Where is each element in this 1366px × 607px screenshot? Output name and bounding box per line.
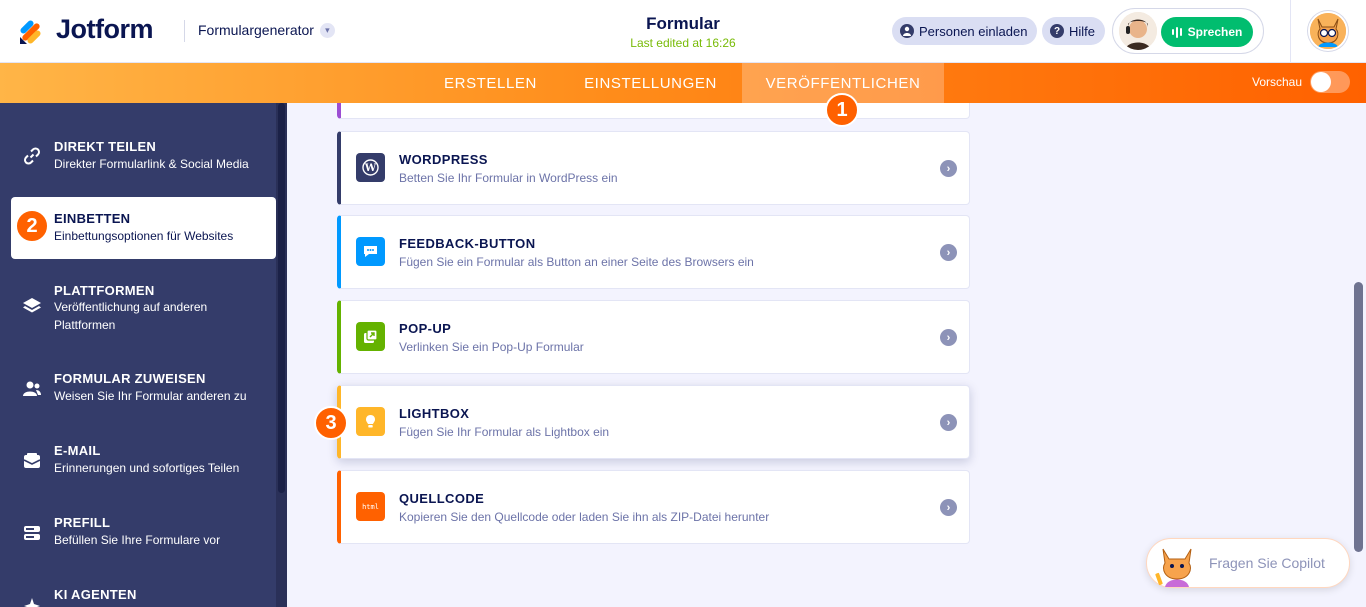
users-icon bbox=[21, 378, 43, 400]
form-generator-label: Formulargenerator bbox=[198, 22, 314, 38]
header-divider bbox=[184, 20, 185, 42]
logo-text: Jotform bbox=[56, 14, 154, 44]
top-header: Jotform Formulargenerator ▾ Formular Las… bbox=[0, 0, 1366, 63]
card-lightbox[interactable]: LIGHTBOX Fügen Sie Ihr Formular als Ligh… bbox=[337, 385, 970, 459]
publish-tab-bar: ERSTELLEN EINSTELLUNGEN VERÖFFENTLICHEN … bbox=[0, 63, 1366, 103]
invite-people-label: Personen einladen bbox=[919, 23, 1028, 39]
lightbulb-icon bbox=[356, 407, 385, 436]
step-badge-1: 1 bbox=[825, 93, 859, 127]
tab-erstellen[interactable]: ERSTELLEN bbox=[426, 63, 555, 103]
tab-einstellungen[interactable]: EINSTELLUNGEN bbox=[566, 63, 735, 103]
copilot-chat-button[interactable]: Fragen Sie Copilot bbox=[1146, 538, 1350, 588]
card-subtitle: Fügen Sie ein Formular als Button an ein… bbox=[399, 255, 754, 269]
audio-bars-icon bbox=[1171, 26, 1182, 38]
sidebar-item-formular-zuweisen[interactable]: FORMULAR ZUWEISEN Weisen Sie Ihr Formula… bbox=[11, 369, 276, 409]
prefill-icon bbox=[21, 522, 43, 544]
chevron-right-icon: › bbox=[940, 244, 957, 261]
sidebar-item-subtitle: Einbettungsoptionen für Websites bbox=[54, 229, 234, 243]
card-subtitle: Betten Sie Ihr Formular in WordPress ein bbox=[399, 171, 618, 185]
form-title[interactable]: Formular bbox=[583, 14, 783, 34]
card-subtitle: Fügen Sie Ihr Formular als Lightbox ein bbox=[399, 425, 610, 439]
sidebar-item-subtitle: Veröffentlichung auf anderen Plattformen bbox=[54, 300, 208, 332]
sidebar-item-direkt-teilen[interactable]: DIREKT TEILEN Direkter Formularlink & So… bbox=[11, 133, 276, 189]
html-icon: html bbox=[356, 492, 385, 521]
mail-icon bbox=[21, 450, 43, 472]
header-divider-right bbox=[1290, 0, 1291, 63]
last-edited-status: Last edited at 16:26 bbox=[630, 36, 736, 50]
sidebar-item-title: E-MAIL bbox=[54, 443, 101, 458]
toggle-knob bbox=[1311, 72, 1331, 92]
preview-toggle[interactable] bbox=[1310, 71, 1350, 93]
popup-icon bbox=[356, 322, 385, 351]
help-icon: ? bbox=[1050, 24, 1064, 38]
wordpress-icon: W bbox=[356, 153, 385, 182]
sidebar-item-title: PREFILL bbox=[54, 515, 111, 530]
copilot-label: Fragen Sie Copilot bbox=[1209, 555, 1325, 571]
sidebar-item-subtitle: Erinnerungen und sofortiges Teilen bbox=[54, 461, 240, 475]
sidebar-item-einbetten[interactable]: EINBETTEN Einbettungsoptionen für Websit… bbox=[11, 197, 276, 259]
card-quellcode[interactable]: html QUELLCODE Kopieren Sie den Quellcod… bbox=[337, 470, 970, 544]
ai-agent-widget: Sprechen bbox=[1112, 8, 1264, 54]
jotform-logo-icon bbox=[18, 15, 44, 45]
chevron-right-icon: › bbox=[940, 329, 957, 346]
sidebar-item-subtitle: Weisen Sie Ihr Formular anderen zu bbox=[54, 389, 247, 403]
tab-label: VERÖFFENTLICHEN bbox=[765, 74, 921, 92]
card-title: LIGHTBOX bbox=[399, 406, 470, 421]
layers-icon bbox=[21, 295, 43, 317]
ai-icon bbox=[21, 595, 43, 607]
sidebar-item-title: EINBETTEN bbox=[54, 211, 131, 226]
sidebar-item-e-mail[interactable]: E-MAIL Erinnerungen und sofortiges Teile… bbox=[11, 441, 276, 481]
chevron-down-icon: ▾ bbox=[319, 22, 335, 38]
card-partial-above[interactable] bbox=[337, 103, 970, 119]
sidebar-item-subtitle: Direkter Formularlink & Social Media bbox=[54, 157, 249, 171]
card-title: POP-UP bbox=[399, 321, 452, 336]
chat-bubble-icon bbox=[356, 237, 385, 266]
copilot-mascot-icon bbox=[1155, 543, 1199, 587]
speak-label: Sprechen bbox=[1187, 25, 1243, 39]
form-title-block: Formular Last edited at 16:26 bbox=[583, 14, 783, 50]
card-title: QUELLCODE bbox=[399, 491, 485, 506]
card-feedback-button[interactable]: FEEDBACK-BUTTON Fügen Sie ein Formular a… bbox=[337, 215, 970, 289]
help-button[interactable]: ? Hilfe bbox=[1042, 17, 1106, 45]
card-wordpress[interactable]: W WORDPRESS Betten Sie Ihr Formular in W… bbox=[337, 131, 970, 205]
sidebar-item-subtitle: Befüllen Sie Ihre Formulare vor bbox=[54, 533, 221, 547]
preview-label: Vorschau bbox=[1252, 75, 1303, 89]
sidebar-item-title: FORMULAR ZUWEISEN bbox=[54, 371, 206, 386]
svg-text:W: W bbox=[364, 163, 377, 174]
chevron-right-icon: › bbox=[940, 414, 957, 431]
sidebar-item-title: KI AGENTEN bbox=[54, 587, 137, 602]
invite-people-button[interactable]: Personen einladen bbox=[892, 17, 1038, 45]
html-icon-text: html bbox=[362, 502, 379, 511]
sidebar-item-title: PLATTFORMEN bbox=[54, 283, 155, 298]
step-badge-3: 3 bbox=[314, 406, 348, 440]
help-label: Hilfe bbox=[1069, 23, 1096, 39]
sidebar-item-title: DIREKT TEILEN bbox=[54, 139, 157, 154]
publish-sidebar: DIREKT TEILEN Direkter Formularlink & So… bbox=[0, 103, 287, 607]
main-scroll-thumb[interactable] bbox=[1354, 282, 1363, 552]
tab-label: EINSTELLUNGEN bbox=[584, 74, 717, 92]
card-title: WORDPRESS bbox=[399, 152, 488, 167]
card-subtitle: Kopieren Sie den Quellcode oder laden Si… bbox=[399, 510, 770, 524]
sidebar-item-ki-agenten[interactable]: KI AGENTEN bbox=[11, 585, 276, 607]
user-avatar[interactable] bbox=[1308, 11, 1348, 51]
jotform-logo[interactable]: Jotform bbox=[18, 14, 154, 45]
sidebar-item-prefill[interactable]: PREFILL Befüllen Sie Ihre Formulare vor bbox=[11, 513, 276, 553]
link-icon bbox=[21, 145, 43, 167]
chevron-right-icon: › bbox=[940, 499, 957, 516]
card-pop-up[interactable]: POP-UP Verlinken Sie ein Pop-Up Formular… bbox=[337, 300, 970, 374]
speak-button[interactable]: Sprechen bbox=[1161, 17, 1253, 47]
agent-avatar bbox=[1119, 12, 1157, 50]
form-generator-dropdown[interactable]: Formulargenerator ▾ bbox=[198, 22, 335, 38]
embed-options-panel: W WORDPRESS Betten Sie Ihr Formular in W… bbox=[287, 103, 1353, 607]
tab-label: ERSTELLEN bbox=[444, 74, 537, 92]
step-badge-2: 2 bbox=[15, 209, 49, 243]
card-title: FEEDBACK-BUTTON bbox=[399, 236, 536, 251]
chevron-right-icon: › bbox=[940, 160, 957, 177]
card-subtitle: Verlinken Sie ein Pop-Up Formular bbox=[399, 340, 584, 354]
sidebar-scroll-thumb[interactable] bbox=[278, 103, 285, 493]
person-icon bbox=[900, 24, 914, 38]
sidebar-item-plattformen[interactable]: PLATTFORMEN Veröffentlichung auf anderen… bbox=[11, 279, 276, 339]
